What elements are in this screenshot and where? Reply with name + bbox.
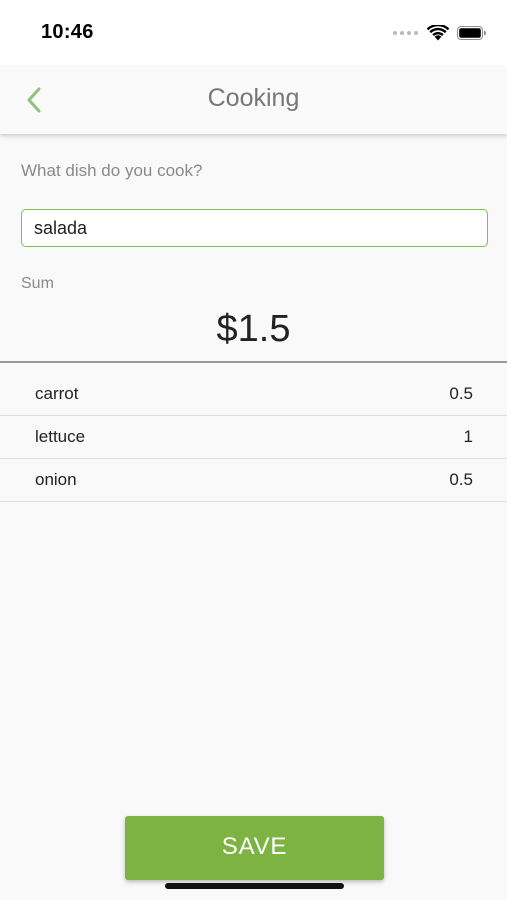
dish-name-input[interactable] — [21, 209, 488, 247]
dish-question-label: What dish do you cook? — [21, 161, 203, 180]
ingredient-list: carrot 0.5 lettuce 1 onion 0.5 — [0, 373, 507, 502]
ingredient-name: onion — [35, 470, 77, 489]
sum-divider — [0, 361, 507, 363]
ingredient-amount: 0.5 — [449, 470, 473, 489]
save-button[interactable]: SAVE — [125, 816, 384, 880]
nav-bar: Cooking — [0, 66, 507, 134]
ingredient-amount: 0.5 — [449, 384, 473, 403]
home-indicator[interactable] — [165, 883, 344, 889]
ingredient-amount: 1 — [463, 427, 473, 446]
status-bar: 10:46 — [0, 0, 507, 66]
signal-icon — [393, 31, 418, 35]
status-icons — [393, 24, 487, 42]
sum-label: Sum — [21, 275, 54, 292]
wifi-icon — [427, 25, 449, 41]
sum-value: $1.5 — [216, 308, 291, 350]
cooking-screen: 10:46 Cooking What dish do you cook? sal… — [0, 0, 507, 900]
page-title: Cooking — [207, 84, 300, 112]
ingredient-name: lettuce — [35, 427, 86, 446]
ingredient-row-lettuce[interactable]: lettuce 1 — [0, 416, 507, 459]
status-time: 10:46 — [41, 21, 94, 43]
ingredient-row-onion[interactable]: onion 0.5 — [0, 459, 507, 502]
ingredient-name: carrot — [35, 384, 79, 403]
battery-icon — [457, 26, 486, 40]
ingredient-row-carrot[interactable]: carrot 0.5 — [0, 373, 507, 416]
